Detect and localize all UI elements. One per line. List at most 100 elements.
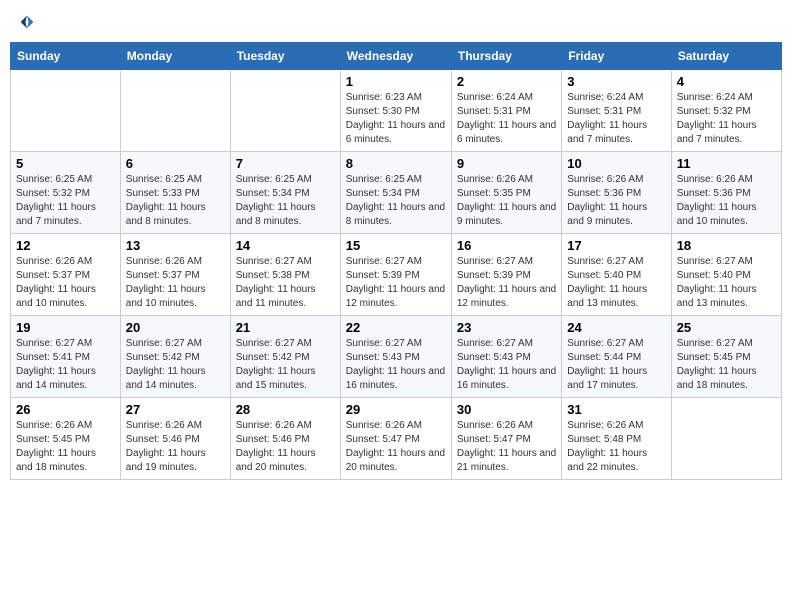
day-number: 10 bbox=[567, 156, 665, 171]
calendar-cell: 9 Sunrise: 6:26 AM Sunset: 5:35 PM Daylig… bbox=[451, 152, 561, 234]
day-number: 9 bbox=[457, 156, 556, 171]
calendar-header-saturday: Saturday bbox=[671, 43, 781, 70]
day-info: Sunrise: 6:27 AM Sunset: 5:41 PM Dayligh… bbox=[16, 337, 115, 393]
calendar-header-friday: Friday bbox=[562, 43, 671, 70]
calendar-header-wednesday: Wednesday bbox=[340, 43, 451, 70]
calendar-cell: 11 Sunrise: 6:26 AM Sunset: 5:36 PM Dayli… bbox=[671, 152, 781, 234]
day-info: Sunrise: 6:27 AM Sunset: 5:39 PM Dayligh… bbox=[457, 255, 556, 311]
day-number: 24 bbox=[567, 320, 665, 335]
calendar-cell bbox=[120, 70, 230, 152]
calendar-week-row: 26 Sunrise: 6:26 AM Sunset: 5:45 PM Dayli… bbox=[11, 398, 782, 480]
day-number: 1 bbox=[346, 74, 446, 89]
calendar-cell: 23 Sunrise: 6:27 AM Sunset: 5:43 PM Dayli… bbox=[451, 316, 561, 398]
day-info: Sunrise: 6:26 AM Sunset: 5:48 PM Dayligh… bbox=[567, 419, 665, 475]
calendar-header-monday: Monday bbox=[120, 43, 230, 70]
day-info: Sunrise: 6:27 AM Sunset: 5:43 PM Dayligh… bbox=[457, 337, 556, 393]
day-info: Sunrise: 6:26 AM Sunset: 5:35 PM Dayligh… bbox=[457, 173, 556, 229]
day-number: 8 bbox=[346, 156, 446, 171]
calendar-cell: 2Sunrise: 6:24 AM Sunset: 5:31 PM Daylig… bbox=[451, 70, 561, 152]
day-info: Sunrise: 6:27 AM Sunset: 5:40 PM Dayligh… bbox=[567, 255, 665, 311]
day-number: 3 bbox=[567, 74, 665, 89]
calendar-cell bbox=[230, 70, 340, 152]
day-info: Sunrise: 6:24 AM Sunset: 5:31 PM Dayligh… bbox=[567, 91, 665, 147]
day-info: Sunrise: 6:26 AM Sunset: 5:46 PM Dayligh… bbox=[236, 419, 335, 475]
calendar-cell: 10 Sunrise: 6:26 AM Sunset: 5:36 PM Dayli… bbox=[562, 152, 671, 234]
logo-text bbox=[18, 14, 36, 30]
day-number: 23 bbox=[457, 320, 556, 335]
calendar-cell: 4 Sunrise: 6:24 AM Sunset: 5:32 PM Daylig… bbox=[671, 70, 781, 152]
day-number: 17 bbox=[567, 238, 665, 253]
calendar-header-tuesday: Tuesday bbox=[230, 43, 340, 70]
day-number: 31 bbox=[567, 402, 665, 417]
day-info: Sunrise: 6:27 AM Sunset: 5:38 PM Dayligh… bbox=[236, 255, 335, 311]
day-number: 28 bbox=[236, 402, 335, 417]
day-info: Sunrise: 6:25 AM Sunset: 5:34 PM Dayligh… bbox=[236, 173, 335, 229]
day-number: 11 bbox=[677, 156, 776, 171]
day-number: 22 bbox=[346, 320, 446, 335]
day-info: Sunrise: 6:24 AM Sunset: 5:32 PM Dayligh… bbox=[677, 91, 776, 147]
day-number: 29 bbox=[346, 402, 446, 417]
day-info: Sunrise: 6:25 AM Sunset: 5:34 PM Dayligh… bbox=[346, 173, 446, 229]
calendar-cell: 30Sunrise: 6:26 AM Sunset: 5:47 PM Dayli… bbox=[451, 398, 561, 480]
calendar-header-row: SundayMondayTuesdayWednesdayThursdayFrid… bbox=[11, 43, 782, 70]
day-number: 18 bbox=[677, 238, 776, 253]
calendar-table: SundayMondayTuesdayWednesdayThursdayFrid… bbox=[10, 42, 782, 480]
calendar-cell: 16 Sunrise: 6:27 AM Sunset: 5:39 PM Dayli… bbox=[451, 234, 561, 316]
day-info: Sunrise: 6:26 AM Sunset: 5:37 PM Dayligh… bbox=[16, 255, 115, 311]
calendar-cell bbox=[11, 70, 121, 152]
day-number: 7 bbox=[236, 156, 335, 171]
calendar-cell: 24 Sunrise: 6:27 AM Sunset: 5:44 PM Dayli… bbox=[562, 316, 671, 398]
calendar-cell: 17 Sunrise: 6:27 AM Sunset: 5:40 PM Dayli… bbox=[562, 234, 671, 316]
calendar-cell: 31 Sunrise: 6:26 AM Sunset: 5:48 PM Dayli… bbox=[562, 398, 671, 480]
calendar-cell bbox=[671, 398, 781, 480]
logo-icon bbox=[19, 14, 35, 30]
day-number: 12 bbox=[16, 238, 115, 253]
calendar-cell: 19 Sunrise: 6:27 AM Sunset: 5:41 PM Dayli… bbox=[11, 316, 121, 398]
calendar-cell: 14 Sunrise: 6:27 AM Sunset: 5:38 PM Dayli… bbox=[230, 234, 340, 316]
calendar-cell: 8 Sunrise: 6:25 AM Sunset: 5:34 PM Daylig… bbox=[340, 152, 451, 234]
calendar-header-thursday: Thursday bbox=[451, 43, 561, 70]
calendar-week-row: 1 Sunrise: 6:23 AM Sunset: 5:30 PM Daylig… bbox=[11, 70, 782, 152]
logo bbox=[18, 14, 36, 30]
day-number: 20 bbox=[126, 320, 225, 335]
day-info: Sunrise: 6:26 AM Sunset: 5:36 PM Dayligh… bbox=[677, 173, 776, 229]
day-info: Sunrise: 6:26 AM Sunset: 5:45 PM Dayligh… bbox=[16, 419, 115, 475]
calendar-cell: 7 Sunrise: 6:25 AM Sunset: 5:34 PM Daylig… bbox=[230, 152, 340, 234]
day-info: Sunrise: 6:27 AM Sunset: 5:42 PM Dayligh… bbox=[126, 337, 225, 393]
day-number: 19 bbox=[16, 320, 115, 335]
day-info: Sunrise: 6:26 AM Sunset: 5:46 PM Dayligh… bbox=[126, 419, 225, 475]
day-info: Sunrise: 6:27 AM Sunset: 5:45 PM Dayligh… bbox=[677, 337, 776, 393]
calendar-cell: 22 Sunrise: 6:27 AM Sunset: 5:43 PM Dayli… bbox=[340, 316, 451, 398]
calendar-cell: 28 Sunrise: 6:26 AM Sunset: 5:46 PM Dayli… bbox=[230, 398, 340, 480]
day-number: 27 bbox=[126, 402, 225, 417]
day-info: Sunrise: 6:27 AM Sunset: 5:40 PM Dayligh… bbox=[677, 255, 776, 311]
day-number: 16 bbox=[457, 238, 556, 253]
calendar-cell: 18 Sunrise: 6:27 AM Sunset: 5:40 PM Dayli… bbox=[671, 234, 781, 316]
day-number: 26 bbox=[16, 402, 115, 417]
day-number: 21 bbox=[236, 320, 335, 335]
day-info: Sunrise: 6:27 AM Sunset: 5:43 PM Dayligh… bbox=[346, 337, 446, 393]
day-number: 13 bbox=[126, 238, 225, 253]
calendar-cell: 12 Sunrise: 6:26 AM Sunset: 5:37 PM Dayli… bbox=[11, 234, 121, 316]
day-number: 2 bbox=[457, 74, 556, 89]
calendar-cell: 25 Sunrise: 6:27 AM Sunset: 5:45 PM Dayli… bbox=[671, 316, 781, 398]
calendar-cell: 5Sunrise: 6:25 AM Sunset: 5:32 PM Daylig… bbox=[11, 152, 121, 234]
calendar-cell: 3 Sunrise: 6:24 AM Sunset: 5:31 PM Daylig… bbox=[562, 70, 671, 152]
day-info: Sunrise: 6:26 AM Sunset: 5:36 PM Dayligh… bbox=[567, 173, 665, 229]
day-info: Sunrise: 6:23 AM Sunset: 5:30 PM Dayligh… bbox=[346, 91, 446, 147]
calendar-cell: 6 Sunrise: 6:25 AM Sunset: 5:33 PM Daylig… bbox=[120, 152, 230, 234]
day-number: 6 bbox=[126, 156, 225, 171]
day-info: Sunrise: 6:26 AM Sunset: 5:47 PM Dayligh… bbox=[346, 419, 446, 475]
day-info: Sunrise: 6:25 AM Sunset: 5:32 PM Dayligh… bbox=[16, 173, 115, 229]
day-number: 4 bbox=[677, 74, 776, 89]
day-number: 30 bbox=[457, 402, 556, 417]
calendar-cell: 27 Sunrise: 6:26 AM Sunset: 5:46 PM Dayli… bbox=[120, 398, 230, 480]
day-number: 15 bbox=[346, 238, 446, 253]
day-info: Sunrise: 6:25 AM Sunset: 5:33 PM Dayligh… bbox=[126, 173, 225, 229]
day-info: Sunrise: 6:27 AM Sunset: 5:44 PM Dayligh… bbox=[567, 337, 665, 393]
day-number: 14 bbox=[236, 238, 335, 253]
calendar-week-row: 19 Sunrise: 6:27 AM Sunset: 5:41 PM Dayli… bbox=[11, 316, 782, 398]
calendar-cell: 26 Sunrise: 6:26 AM Sunset: 5:45 PM Dayli… bbox=[11, 398, 121, 480]
calendar-cell: 13Sunrise: 6:26 AM Sunset: 5:37 PM Dayli… bbox=[120, 234, 230, 316]
day-number: 25 bbox=[677, 320, 776, 335]
